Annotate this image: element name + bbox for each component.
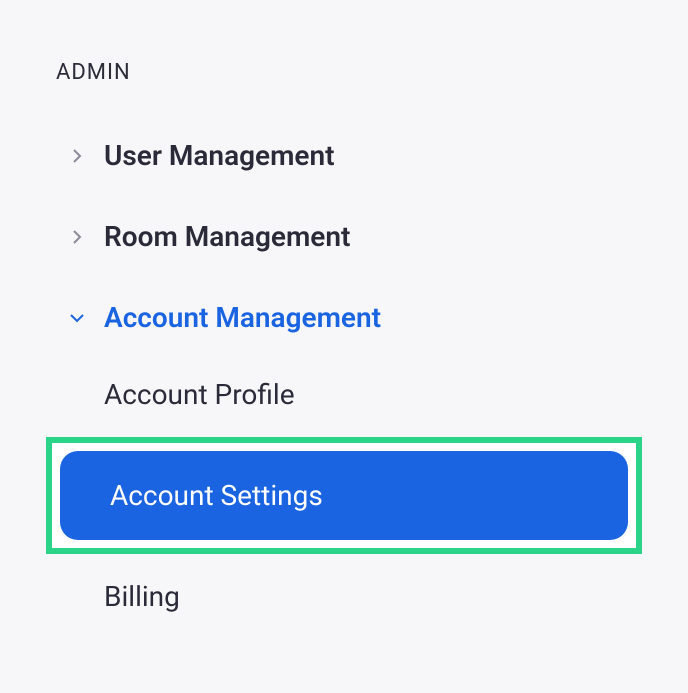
nav-item-label: Account Management: [104, 301, 381, 334]
chevron-right-icon: [68, 147, 86, 165]
nav-item-label: User Management: [104, 139, 335, 172]
sub-item-label: Account Profile: [104, 378, 295, 411]
sub-item-account-settings[interactable]: Account Settings: [60, 451, 628, 540]
sub-item-label: Account Settings: [110, 479, 323, 512]
nav-item-label: Room Management: [104, 220, 350, 253]
nav-item-account-management[interactable]: Account Management: [0, 277, 688, 358]
chevron-down-icon: [68, 309, 86, 327]
sub-item-account-profile[interactable]: Account Profile: [0, 358, 688, 431]
highlight-box: Account Settings: [46, 437, 642, 554]
nav-item-user-management[interactable]: User Management: [0, 115, 688, 196]
nav-item-room-management[interactable]: Room Management: [0, 196, 688, 277]
sub-item-label: Billing: [104, 580, 180, 613]
section-header-admin: ADMIN: [0, 0, 688, 115]
sub-item-billing[interactable]: Billing: [0, 560, 688, 633]
chevron-right-icon: [68, 228, 86, 246]
